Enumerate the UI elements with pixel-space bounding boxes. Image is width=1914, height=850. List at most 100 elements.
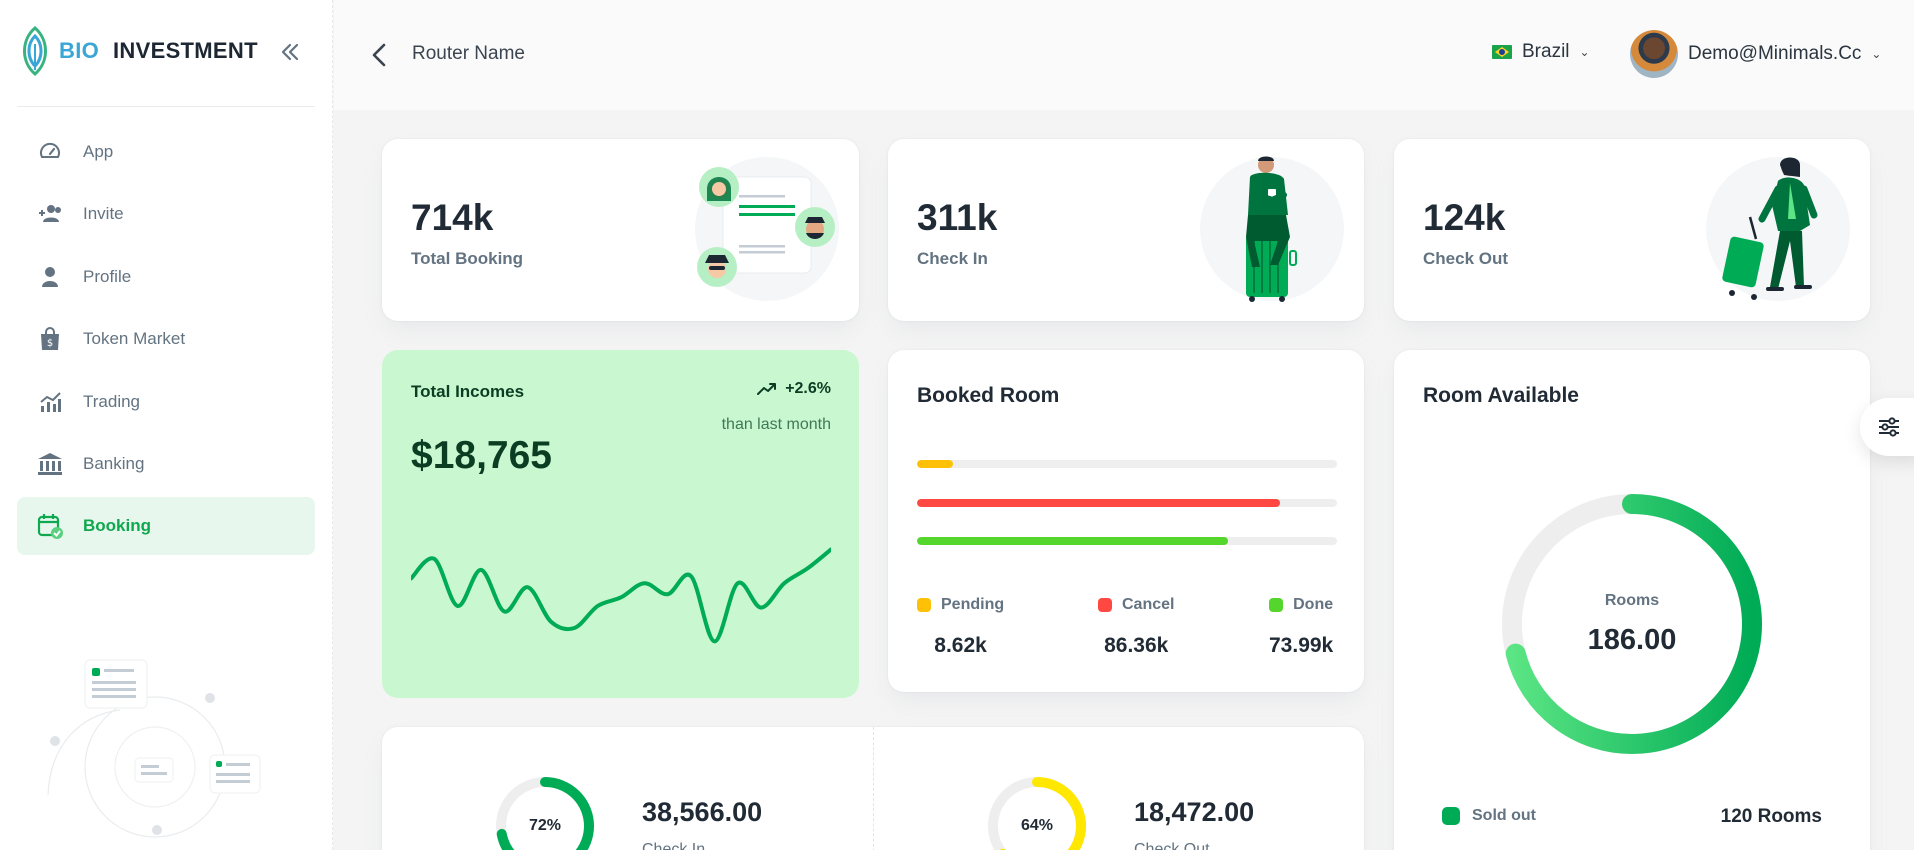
legend-value: 86.36k	[1104, 634, 1169, 657]
sidebar-item-booking[interactable]: Booking	[17, 497, 315, 556]
legend-value: 8.62k	[934, 634, 987, 657]
language-label: Brazil	[1522, 41, 1570, 62]
leaf-logo-icon	[23, 26, 47, 76]
stat-card-total-booking: 714k Total Booking	[382, 139, 859, 321]
progress-bar-cancel	[917, 499, 1280, 507]
legend-done: Done 73.99k	[1269, 596, 1333, 658]
chevron-down-icon: ⌄	[1871, 47, 1882, 61]
gauge-center: Rooms 186.00	[1498, 490, 1766, 758]
stat-value: 311k	[917, 197, 998, 238]
stat-label: Check In	[917, 249, 988, 268]
sidebar-item-label: App	[83, 142, 114, 161]
progress-bar-done	[917, 537, 1228, 545]
check-summary-card: 72% 38,566.00 Check In 64% 18,472.00 Che…	[382, 727, 1364, 850]
legend-label: Sold out	[1472, 807, 1536, 824]
brand-bio-text: BIO	[59, 38, 100, 63]
sidebar-item-invite[interactable]: Invite	[17, 185, 315, 243]
income-value: $18,765	[411, 434, 552, 477]
check-in-summary: 72% 38,566.00 Check In	[382, 727, 873, 850]
income-series-line	[411, 547, 831, 644]
stat-label: Total Booking	[411, 249, 524, 268]
stat-value: 124k	[1423, 197, 1506, 238]
progress-bar-pending	[917, 460, 954, 468]
chevron-left-icon	[372, 43, 386, 67]
brand-logo[interactable]: BIO INVESTMENT	[17, 26, 258, 76]
sidebar-item-label: Booking	[83, 516, 151, 536]
user-email: Demo@Minimals.Cc	[1688, 43, 1862, 64]
total-incomes-card: Total Incomes +2.6% than last month $18,…	[382, 350, 859, 698]
sidebar-item-app[interactable]: App	[17, 123, 315, 181]
pending-swatch	[917, 598, 931, 612]
sidebar: BIO INVESTMENT App Invite Profile $ Toke…	[0, 0, 333, 850]
progress-track-cancel	[917, 499, 1337, 507]
sidebar-item-label: Trading	[83, 391, 141, 411]
progress-track-pending	[917, 460, 1337, 468]
top-header: Router Name Brazil ⌄ Demo@Minimals.Cc ⌄	[334, 0, 1914, 110]
brazil-flag-icon	[1492, 45, 1512, 59]
sliders-icon	[1879, 417, 1899, 437]
sidebar-item-token-market[interactable]: $ Token Market	[17, 310, 315, 368]
gauge-value: 186.00	[1587, 623, 1677, 656]
room-available-card: Room Available Rooms 186.00 Sold out 120…	[1394, 350, 1870, 850]
stat-card-check-out: 124k Check Out	[1394, 139, 1870, 321]
summary-label: Check In	[642, 841, 706, 850]
brand-investment-text: INVESTMENT	[113, 38, 258, 63]
booked-room-card: Booked Room Pending 8.62k Cancel 86.36k …	[888, 350, 1364, 692]
speedometer-icon	[37, 139, 63, 165]
summary-value: 18,472.00	[1134, 797, 1255, 827]
settings-button[interactable]	[1860, 398, 1914, 456]
card-title: Room Available	[1423, 384, 1579, 407]
income-sparkline	[411, 547, 831, 644]
stat-card-check-in: 311k Check In	[888, 139, 1364, 321]
bar-chart-icon	[37, 389, 63, 415]
trend-value: +2.6%	[785, 380, 831, 397]
person-on-suitcase-illustration	[1200, 156, 1344, 302]
sidebar-item-label: Invite	[83, 204, 124, 224]
chevron-down-icon: ⌄	[1579, 45, 1590, 59]
account-menu[interactable]: Demo@Minimals.Cc ⌄	[1630, 30, 1881, 78]
legend-label: Done	[1293, 596, 1334, 613]
stat-label: Check Out	[1423, 249, 1509, 268]
calendar-check-icon	[37, 513, 63, 540]
traveler-with-luggage-illustration	[1706, 157, 1850, 301]
summary-value: 38,566.00	[642, 797, 763, 827]
summary-label: Check Out	[1134, 841, 1210, 850]
stat-value: 714k	[411, 197, 494, 238]
legend-label: Pending	[941, 596, 1005, 613]
avatar	[1630, 30, 1678, 78]
page-title: Router Name	[412, 43, 525, 64]
sidebar-item-trading[interactable]: Trading	[17, 373, 315, 431]
sidebar-item-banking[interactable]: Banking	[17, 435, 315, 493]
legend-value: 73.99k	[1269, 634, 1334, 657]
svg-text:$: $	[47, 338, 53, 349]
back-button[interactable]	[366, 40, 392, 70]
users-add-icon	[37, 201, 63, 227]
sidebar-item-label: Token Market	[83, 329, 186, 349]
collapse-sidebar-button[interactable]	[276, 38, 304, 66]
card-title: Total Incomes	[411, 382, 525, 401]
trend-indicator: +2.6%	[757, 380, 831, 398]
cancel-swatch	[1098, 598, 1112, 612]
sidebar-divider	[17, 106, 315, 107]
sold-out-swatch	[1442, 807, 1460, 825]
user-icon	[37, 264, 63, 290]
sold-out-legend: Sold out	[1442, 807, 1536, 825]
check-out-summary: 64% 18,472.00 Check Out	[874, 727, 1365, 850]
language-selector[interactable]: Brazil ⌄	[1492, 41, 1590, 63]
legend-cancel: Cancel 86.36k	[1098, 596, 1174, 658]
progress-track-done	[917, 537, 1337, 545]
sidebar-item-label: Banking	[83, 453, 145, 473]
legend-value: 120 Rooms	[1720, 806, 1822, 827]
legend-label: Cancel	[1122, 596, 1175, 613]
progress-percent: 72%	[528, 817, 562, 834]
progress-percent: 64%	[1020, 817, 1054, 834]
trending-up-icon	[757, 383, 777, 395]
double-chevron-left-icon	[281, 43, 299, 61]
shopping-bag-icon: $	[37, 326, 63, 352]
card-title: Booked Room	[917, 384, 1060, 407]
sidebar-item-profile[interactable]: Profile	[17, 248, 315, 306]
done-swatch	[1269, 598, 1284, 612]
sidebar-nav: App Invite Profile $ Token Market Tradin…	[17, 123, 315, 560]
documents-orbit-illustration	[47, 659, 261, 838]
trend-subtitle: than last month	[721, 416, 831, 433]
